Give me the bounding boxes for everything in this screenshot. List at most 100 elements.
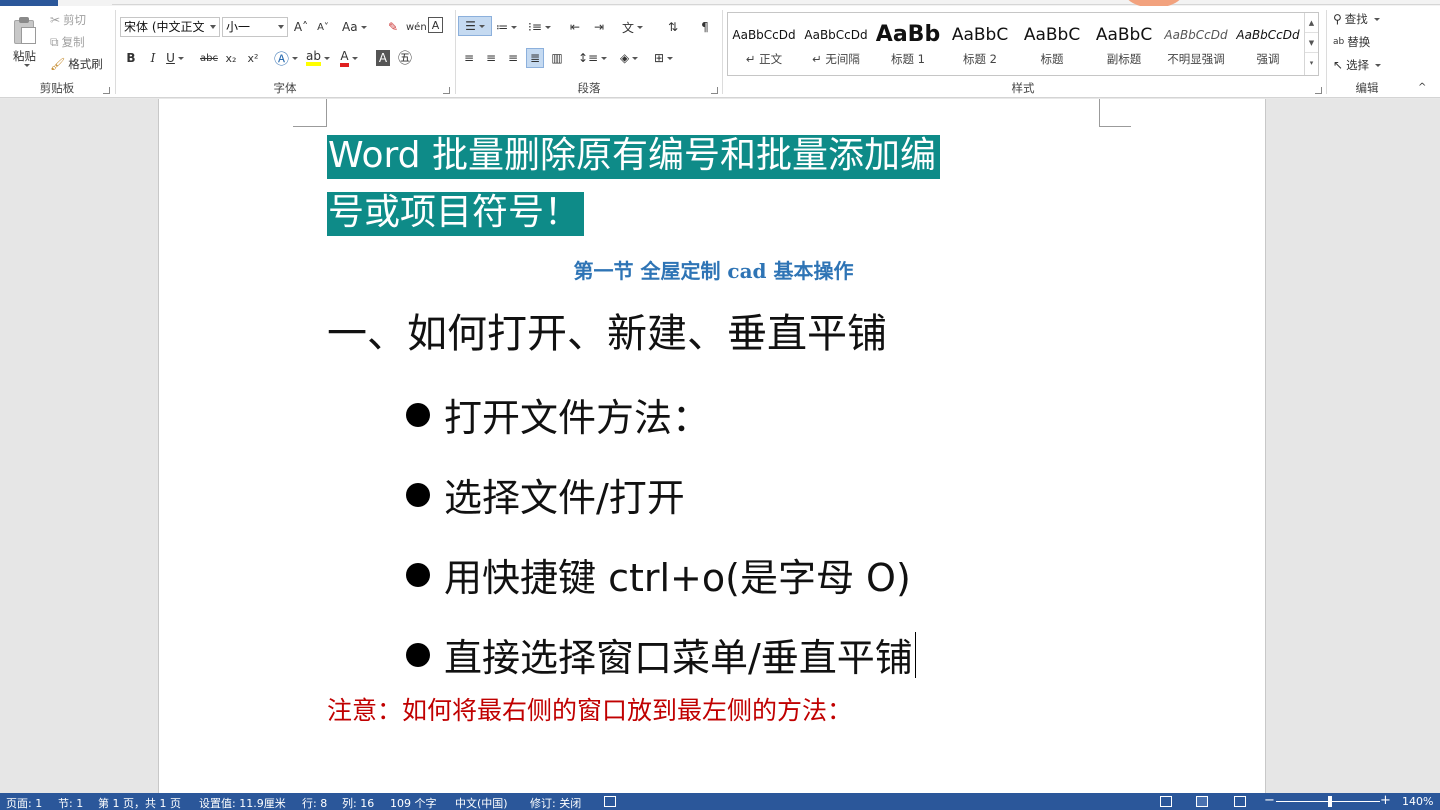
- bullet-item[interactable]: 直接选择窗口菜单/垂直平铺: [406, 627, 917, 682]
- paste-button[interactable]: 粘贴: [13, 48, 36, 64]
- copy-icon: ⧉: [50, 34, 59, 49]
- align-left-button[interactable]: ≡: [460, 48, 478, 68]
- cut-button[interactable]: ✂ 剪切: [50, 12, 86, 28]
- multilevel-list-button[interactable]: ⁝≡: [528, 17, 551, 37]
- replace-button[interactable]: ab 替换: [1333, 34, 1370, 50]
- styles-group-label: 样式: [1011, 81, 1035, 95]
- document-title[interactable]: Word 批量删除原有编号和批量添加编 号或项目符号！: [327, 127, 1100, 241]
- line-spacing-button[interactable]: ↕≡: [578, 48, 608, 68]
- status-position[interactable]: 设置值: 11.9厘米: [199, 795, 286, 810]
- distributed-button[interactable]: ▥: [548, 48, 566, 68]
- style-sample: AaBbC: [1023, 25, 1081, 45]
- bullet-item[interactable]: 打开文件方法：: [406, 387, 710, 442]
- status-track-changes[interactable]: 修订: 关闭: [530, 795, 581, 810]
- paragraph-launcher-icon[interactable]: [711, 87, 718, 94]
- tab-strip-line: [112, 0, 1440, 5]
- char-border-button[interactable]: A: [428, 17, 443, 33]
- web-layout-icon[interactable]: [1234, 796, 1246, 807]
- align-right-button[interactable]: ≡: [504, 48, 522, 68]
- document-area: Word 批量删除原有编号和批量添加编 号或项目符号！ 第一节 全屋定制 cad…: [0, 99, 1440, 793]
- style-subtle-emphasis[interactable]: AaBbCcDd 不明显强调: [1160, 15, 1232, 73]
- styles-gallery[interactable]: AaBbCcDd ↵ 正文 AaBbCcDd ↵ 无间隔 AaBb 标题 1 A…: [727, 12, 1319, 76]
- status-language[interactable]: 中文(中国): [455, 795, 508, 810]
- style-subtitle[interactable]: AaBbC 副标题: [1088, 15, 1160, 73]
- strikethrough-button[interactable]: abc: [200, 48, 218, 68]
- decrease-indent-button[interactable]: ⇤: [566, 17, 584, 37]
- zoom-level[interactable]: 140%: [1402, 795, 1433, 808]
- style-heading-2[interactable]: AaBbC 标题 2: [944, 15, 1016, 73]
- status-section[interactable]: 节: 1: [58, 795, 83, 810]
- styles-launcher-icon[interactable]: [1315, 87, 1322, 94]
- enclose-char-button[interactable]: ㊄: [396, 48, 414, 68]
- justify-button[interactable]: ≣: [526, 48, 544, 68]
- char-shading-button[interactable]: A: [376, 50, 390, 66]
- status-page-count[interactable]: 第 1 页，共 1 页: [98, 795, 181, 810]
- borders-button[interactable]: ⊞: [654, 48, 674, 68]
- bullet-item[interactable]: 选择文件/打开: [406, 467, 685, 522]
- collapse-ribbon-icon[interactable]: ^: [1418, 82, 1426, 93]
- scroll-down-icon[interactable]: ▼: [1305, 33, 1318, 53]
- paste-icon[interactable]: [12, 16, 38, 46]
- zoom-in-button[interactable]: +: [1380, 793, 1391, 808]
- sort-button[interactable]: ⇅: [664, 17, 682, 37]
- clear-format-button[interactable]: ✎: [384, 17, 402, 37]
- underline-button[interactable]: U: [166, 48, 184, 68]
- decrease-indent-icon: ⇤: [569, 20, 581, 34]
- status-line[interactable]: 行: 8: [302, 795, 327, 810]
- style-heading-1[interactable]: AaBb 标题 1: [872, 15, 944, 73]
- phonetic-guide-button[interactable]: wén: [406, 17, 427, 37]
- clipboard-launcher-icon[interactable]: [103, 87, 110, 94]
- scroll-up-icon[interactable]: ▲: [1305, 13, 1318, 33]
- style-normal[interactable]: AaBbCcDd ↵ 正文: [728, 15, 800, 73]
- macro-record-icon[interactable]: [604, 796, 616, 807]
- copy-button[interactable]: ⧉ 复制: [50, 34, 85, 50]
- zoom-slider-thumb[interactable]: [1328, 796, 1332, 807]
- bullets-button[interactable]: ☰: [458, 16, 492, 36]
- change-case-button[interactable]: Aa: [342, 17, 367, 37]
- shading-button[interactable]: ◈: [620, 48, 639, 68]
- increase-indent-button[interactable]: ⇥: [590, 17, 608, 37]
- gallery-more-icon[interactable]: ▾: [1305, 53, 1318, 73]
- document-page[interactable]: Word 批量删除原有编号和批量添加编 号或项目符号！ 第一节 全屋定制 cad…: [158, 99, 1266, 793]
- status-page[interactable]: 页面: 1: [6, 795, 42, 810]
- superscript-button[interactable]: x²: [244, 48, 262, 68]
- show-marks-button[interactable]: ¶: [696, 17, 714, 37]
- italic-button[interactable]: I: [144, 48, 162, 68]
- bullet-item[interactable]: 用快捷键 ctrl+o(是字母 O): [406, 547, 911, 602]
- cut-label: 剪切: [63, 13, 87, 27]
- italic-icon: I: [150, 51, 156, 65]
- paste-dropdown[interactable]: [21, 64, 30, 67]
- chinese-layout-button[interactable]: 文: [622, 17, 644, 37]
- find-button[interactable]: ⚲ 查找: [1333, 11, 1380, 27]
- grow-font-button[interactable]: A˄: [292, 17, 310, 37]
- numbered-list-icon: ≔: [496, 20, 508, 34]
- format-painter-button[interactable]: 🖌 格式刷: [50, 56, 103, 72]
- borders-icon: ⊞: [654, 51, 665, 65]
- font-launcher-icon[interactable]: [443, 87, 450, 94]
- font-size-combo[interactable]: 小一: [222, 17, 288, 37]
- status-column[interactable]: 列: 16: [342, 795, 374, 810]
- section-heading[interactable]: 一、如何打开、新建、垂直平铺: [327, 301, 887, 359]
- align-center-button[interactable]: ≡: [482, 48, 500, 68]
- numbering-button[interactable]: ≔: [496, 17, 517, 37]
- highlight-button[interactable]: ab: [306, 48, 330, 68]
- font-name-combo[interactable]: 宋体 (中文正文: [120, 17, 220, 37]
- font-color-button[interactable]: A: [340, 48, 358, 68]
- status-word-count[interactable]: 109 个字: [390, 795, 437, 810]
- shrink-font-button[interactable]: A˅: [314, 17, 332, 37]
- style-title[interactable]: AaBbC 标题: [1016, 15, 1088, 73]
- select-button[interactable]: ↖ 选择: [1333, 57, 1382, 73]
- read-mode-icon[interactable]: [1160, 796, 1172, 807]
- gallery-scroll[interactable]: ▲ ▼ ▾: [1304, 13, 1318, 75]
- bullet-dot-icon: [406, 562, 430, 587]
- section-subtitle[interactable]: 第一节 全屋定制 cad 基本操作: [327, 255, 1100, 284]
- subscript-button[interactable]: x₂: [222, 48, 240, 68]
- style-emphasis[interactable]: AaBbCcDd 强调: [1232, 15, 1304, 73]
- bold-button[interactable]: B: [122, 48, 140, 68]
- note-text[interactable]: 注意：如何将最右侧的窗口放到最左侧的方法：: [327, 691, 852, 727]
- print-layout-icon[interactable]: [1196, 796, 1208, 807]
- text-effects-button[interactable]: Ⓐ: [274, 48, 299, 68]
- style-no-spacing[interactable]: AaBbCcDd ↵ 无间隔: [800, 15, 872, 73]
- zoom-out-button[interactable]: −: [1264, 793, 1275, 808]
- style-sample: AaBbCcDd: [732, 28, 796, 42]
